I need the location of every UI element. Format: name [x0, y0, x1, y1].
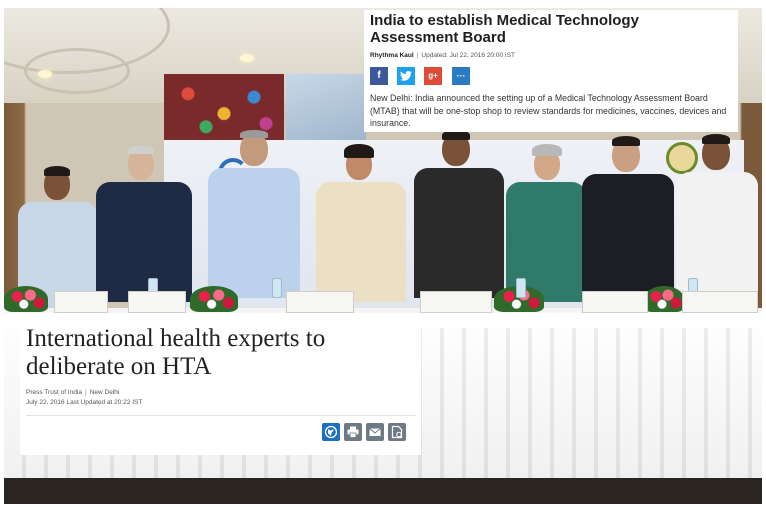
photo-water-bottle — [272, 278, 282, 298]
photo-name-plate — [682, 291, 758, 313]
photo-name-plate — [54, 291, 108, 313]
save-icon — [391, 425, 403, 439]
print-icon — [347, 426, 359, 438]
photo-pill-panel — [164, 74, 284, 140]
twitter-icon — [400, 70, 412, 81]
google-plus-icon: g+ — [428, 71, 438, 80]
article-bottom-source: Press Trust of India — [26, 389, 82, 396]
photo-syringe-panel — [286, 74, 366, 140]
photo-name-plate — [286, 291, 354, 313]
save-button[interactable] — [388, 423, 406, 441]
photo-ceiling-light — [38, 70, 52, 78]
more-icon: ··· — [456, 71, 466, 81]
photo-flowers — [644, 286, 684, 312]
article-top-author[interactable]: Rhythma Kaul — [370, 52, 414, 59]
photo-flowers — [190, 286, 238, 312]
twitter-share-button[interactable] — [397, 67, 415, 85]
article-bottom-divider — [26, 415, 416, 416]
facebook-share-button[interactable]: f — [370, 67, 388, 85]
article-card-top: India to establish Medical Technology As… — [364, 10, 738, 132]
article-top-summary: New Delhi: India announced the setting u… — [370, 93, 727, 128]
article-top-headline[interactable]: India to establish Medical Technology As… — [370, 12, 730, 46]
photo-flowers — [4, 286, 48, 312]
photo-name-plate — [582, 291, 648, 313]
photo-floor — [4, 478, 762, 504]
facebook-icon: f — [377, 70, 381, 81]
photo-backdrop-emblem — [666, 142, 698, 174]
article-bottom-source-line: Press Trust of India | New Delhi — [26, 389, 119, 396]
photo-water-bottle — [516, 278, 526, 298]
globe-icon — [324, 425, 338, 439]
photo-name-plate — [420, 291, 492, 313]
photo-ceiling-light — [240, 54, 254, 62]
article-bottom-updated: July 22, 2016 Last Updated at 20:22 IST — [26, 399, 143, 406]
translate-button[interactable] — [322, 423, 340, 441]
article-top-byline: Rhythma Kaul | Updated: Jul 22, 2016 20:00… — [370, 52, 515, 59]
google-plus-share-button[interactable]: g+ — [424, 67, 442, 85]
more-share-button[interactable]: ··· — [452, 67, 470, 85]
meta-separator: | — [85, 389, 87, 396]
article-card-bottom: International health experts to delibera… — [20, 315, 421, 455]
article-top-updated: Updated: Jul 22, 2016 20:00 IST — [421, 52, 515, 59]
mail-icon — [369, 428, 381, 436]
email-button[interactable] — [366, 423, 384, 441]
screenshot-stage: India to establish Medical Technology As… — [0, 0, 766, 507]
article-bottom-location: New Delhi — [89, 389, 120, 396]
print-button[interactable] — [344, 423, 362, 441]
byline-separator: | — [416, 52, 419, 59]
photo-name-plate — [128, 291, 186, 313]
article-bottom-headline[interactable]: International health experts to delibera… — [26, 325, 416, 381]
